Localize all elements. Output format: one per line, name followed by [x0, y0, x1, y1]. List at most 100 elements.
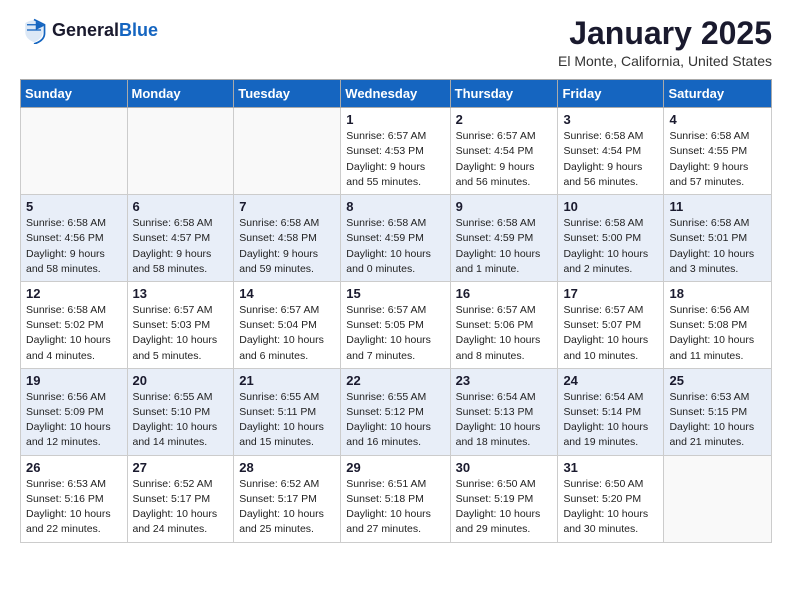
day-number: 8: [346, 199, 444, 214]
day-number: 5: [26, 199, 122, 214]
calendar-cell: 9 Sunrise: 6:58 AMSunset: 4:59 PMDaylight…: [450, 195, 558, 282]
calendar-cell: 27 Sunrise: 6:52 AMSunset: 5:17 PMDayligh…: [127, 455, 234, 542]
day-detail: Sunrise: 6:58 AMSunset: 4:54 PMDaylight:…: [563, 129, 658, 190]
title-block: January 2025 El Monte, California, Unite…: [558, 16, 772, 69]
calendar-cell: 3 Sunrise: 6:58 AMSunset: 4:54 PMDaylight…: [558, 108, 664, 195]
calendar-cell: 24Sunrise: 6:54 AMSunset: 5:14 PMDayligh…: [558, 368, 664, 455]
weekday-header-monday: Monday: [127, 80, 234, 108]
calendar-cell: 13 Sunrise: 6:57 AMSunset: 5:03 PMDayligh…: [127, 281, 234, 368]
day-number: 6: [133, 199, 229, 214]
day-number: 26: [26, 460, 122, 475]
day-detail: Sunrise: 6:50 AMSunset: 5:20 PMDaylight:…: [563, 477, 658, 538]
day-detail: Sunrise: 6:55 AMSunset: 5:12 PMDaylight:…: [346, 390, 444, 451]
day-number: 3: [563, 112, 658, 127]
day-number: 22: [346, 373, 444, 388]
day-number: 19: [26, 373, 122, 388]
day-detail: Sunrise: 6:57 AMSunset: 5:04 PMDaylight:…: [239, 303, 335, 364]
calendar-week-3: 12Sunrise: 6:58 AMSunset: 5:02 PMDayligh…: [21, 281, 772, 368]
day-number: 21: [239, 373, 335, 388]
logo-blue: Blue: [119, 20, 158, 41]
calendar-cell: 12Sunrise: 6:58 AMSunset: 5:02 PMDayligh…: [21, 281, 128, 368]
day-number: 18: [669, 286, 766, 301]
day-detail: Sunrise: 6:57 AMSunset: 4:53 PMDaylight:…: [346, 129, 444, 190]
calendar-cell: 2 Sunrise: 6:57 AMSunset: 4:54 PMDaylight…: [450, 108, 558, 195]
month-title: January 2025: [558, 16, 772, 51]
day-detail: Sunrise: 6:58 AMSunset: 4:59 PMDaylight:…: [346, 216, 444, 277]
day-detail: Sunrise: 6:58 AMSunset: 4:55 PMDaylight:…: [669, 129, 766, 190]
day-number: 29: [346, 460, 444, 475]
day-number: 9: [456, 199, 553, 214]
day-number: 1: [346, 112, 444, 127]
calendar-cell: 25Sunrise: 6:53 AMSunset: 5:15 PMDayligh…: [664, 368, 772, 455]
day-detail: Sunrise: 6:52 AMSunset: 5:17 PMDaylight:…: [133, 477, 229, 538]
day-number: 31: [563, 460, 658, 475]
weekday-header-saturday: Saturday: [664, 80, 772, 108]
calendar-cell: [234, 108, 341, 195]
day-number: 27: [133, 460, 229, 475]
calendar-cell: 22 Sunrise: 6:55 AMSunset: 5:12 PMDayligh…: [341, 368, 450, 455]
day-detail: Sunrise: 6:55 AMSunset: 5:11 PMDaylight:…: [239, 390, 335, 451]
calendar-cell: 18Sunrise: 6:56 AMSunset: 5:08 PMDayligh…: [664, 281, 772, 368]
calendar-cell: 28Sunrise: 6:52 AMSunset: 5:17 PMDayligh…: [234, 455, 341, 542]
header: GeneralBlue January 2025 El Monte, Calif…: [20, 16, 772, 69]
day-number: 2: [456, 112, 553, 127]
day-number: 30: [456, 460, 553, 475]
logo-text: GeneralBlue: [52, 20, 158, 41]
calendar-cell: 14 Sunrise: 6:57 AMSunset: 5:04 PMDayligh…: [234, 281, 341, 368]
calendar-cell: 19 Sunrise: 6:56 AMSunset: 5:09 PMDayligh…: [21, 368, 128, 455]
calendar-week-1: 1 Sunrise: 6:57 AMSunset: 4:53 PMDaylight…: [21, 108, 772, 195]
day-number: 17: [563, 286, 658, 301]
day-number: 24: [563, 373, 658, 388]
day-detail: Sunrise: 6:58 AMSunset: 5:00 PMDaylight:…: [563, 216, 658, 277]
calendar-cell: 23Sunrise: 6:54 AMSunset: 5:13 PMDayligh…: [450, 368, 558, 455]
calendar-cell: 5 Sunrise: 6:58 AMSunset: 4:56 PMDaylight…: [21, 195, 128, 282]
day-number: 14: [239, 286, 335, 301]
day-number: 7: [239, 199, 335, 214]
weekday-header-friday: Friday: [558, 80, 664, 108]
day-detail: Sunrise: 6:58 AMSunset: 4:56 PMDaylight:…: [26, 216, 122, 277]
day-number: 10: [563, 199, 658, 214]
day-detail: Sunrise: 6:57 AMSunset: 4:54 PMDaylight:…: [456, 129, 553, 190]
day-number: 15: [346, 286, 444, 301]
weekday-header-sunday: Sunday: [21, 80, 128, 108]
day-number: 20: [133, 373, 229, 388]
calendar-cell: 11 Sunrise: 6:58 AMSunset: 5:01 PMDayligh…: [664, 195, 772, 282]
calendar-table: SundayMondayTuesdayWednesdayThursdayFrid…: [20, 79, 772, 542]
calendar-cell: 16Sunrise: 6:57 AMSunset: 5:06 PMDayligh…: [450, 281, 558, 368]
calendar-cell: 7 Sunrise: 6:58 AMSunset: 4:58 PMDaylight…: [234, 195, 341, 282]
calendar-week-4: 19 Sunrise: 6:56 AMSunset: 5:09 PMDayligh…: [21, 368, 772, 455]
day-number: 13: [133, 286, 229, 301]
day-number: 11: [669, 199, 766, 214]
day-detail: Sunrise: 6:57 AMSunset: 5:07 PMDaylight:…: [563, 303, 658, 364]
day-detail: Sunrise: 6:57 AMSunset: 5:03 PMDaylight:…: [133, 303, 229, 364]
calendar-week-5: 26 Sunrise: 6:53 AMSunset: 5:16 PMDayligh…: [21, 455, 772, 542]
calendar-cell: 20Sunrise: 6:55 AMSunset: 5:10 PMDayligh…: [127, 368, 234, 455]
calendar-cell: [21, 108, 128, 195]
calendar-cell: 17 Sunrise: 6:57 AMSunset: 5:07 PMDayligh…: [558, 281, 664, 368]
calendar-cell: 21 Sunrise: 6:55 AMSunset: 5:11 PMDayligh…: [234, 368, 341, 455]
day-detail: Sunrise: 6:51 AMSunset: 5:18 PMDaylight:…: [346, 477, 444, 538]
calendar-cell: 31 Sunrise: 6:50 AMSunset: 5:20 PMDayligh…: [558, 455, 664, 542]
day-number: 25: [669, 373, 766, 388]
day-detail: Sunrise: 6:58 AMSunset: 4:59 PMDaylight:…: [456, 216, 553, 277]
day-detail: Sunrise: 6:58 AMSunset: 4:58 PMDaylight:…: [239, 216, 335, 277]
weekday-header-wednesday: Wednesday: [341, 80, 450, 108]
day-detail: Sunrise: 6:56 AMSunset: 5:09 PMDaylight:…: [26, 390, 122, 451]
calendar-cell: 29 Sunrise: 6:51 AMSunset: 5:18 PMDayligh…: [341, 455, 450, 542]
weekday-header-tuesday: Tuesday: [234, 80, 341, 108]
day-detail: Sunrise: 6:53 AMSunset: 5:16 PMDaylight:…: [26, 477, 122, 538]
calendar-cell: 15Sunrise: 6:57 AMSunset: 5:05 PMDayligh…: [341, 281, 450, 368]
day-detail: Sunrise: 6:58 AMSunset: 4:57 PMDaylight:…: [133, 216, 229, 277]
day-detail: Sunrise: 6:58 AMSunset: 5:02 PMDaylight:…: [26, 303, 122, 364]
logo: GeneralBlue: [20, 16, 158, 44]
day-detail: Sunrise: 6:58 AMSunset: 5:01 PMDaylight:…: [669, 216, 766, 277]
logo-icon: [20, 16, 48, 44]
calendar-cell: [127, 108, 234, 195]
calendar-cell: 1 Sunrise: 6:57 AMSunset: 4:53 PMDaylight…: [341, 108, 450, 195]
day-number: 16: [456, 286, 553, 301]
calendar-cell: 10 Sunrise: 6:58 AMSunset: 5:00 PMDayligh…: [558, 195, 664, 282]
day-detail: Sunrise: 6:50 AMSunset: 5:19 PMDaylight:…: [456, 477, 553, 538]
location: El Monte, California, United States: [558, 53, 772, 69]
calendar-cell: 30 Sunrise: 6:50 AMSunset: 5:19 PMDayligh…: [450, 455, 558, 542]
day-detail: Sunrise: 6:54 AMSunset: 5:13 PMDaylight:…: [456, 390, 553, 451]
